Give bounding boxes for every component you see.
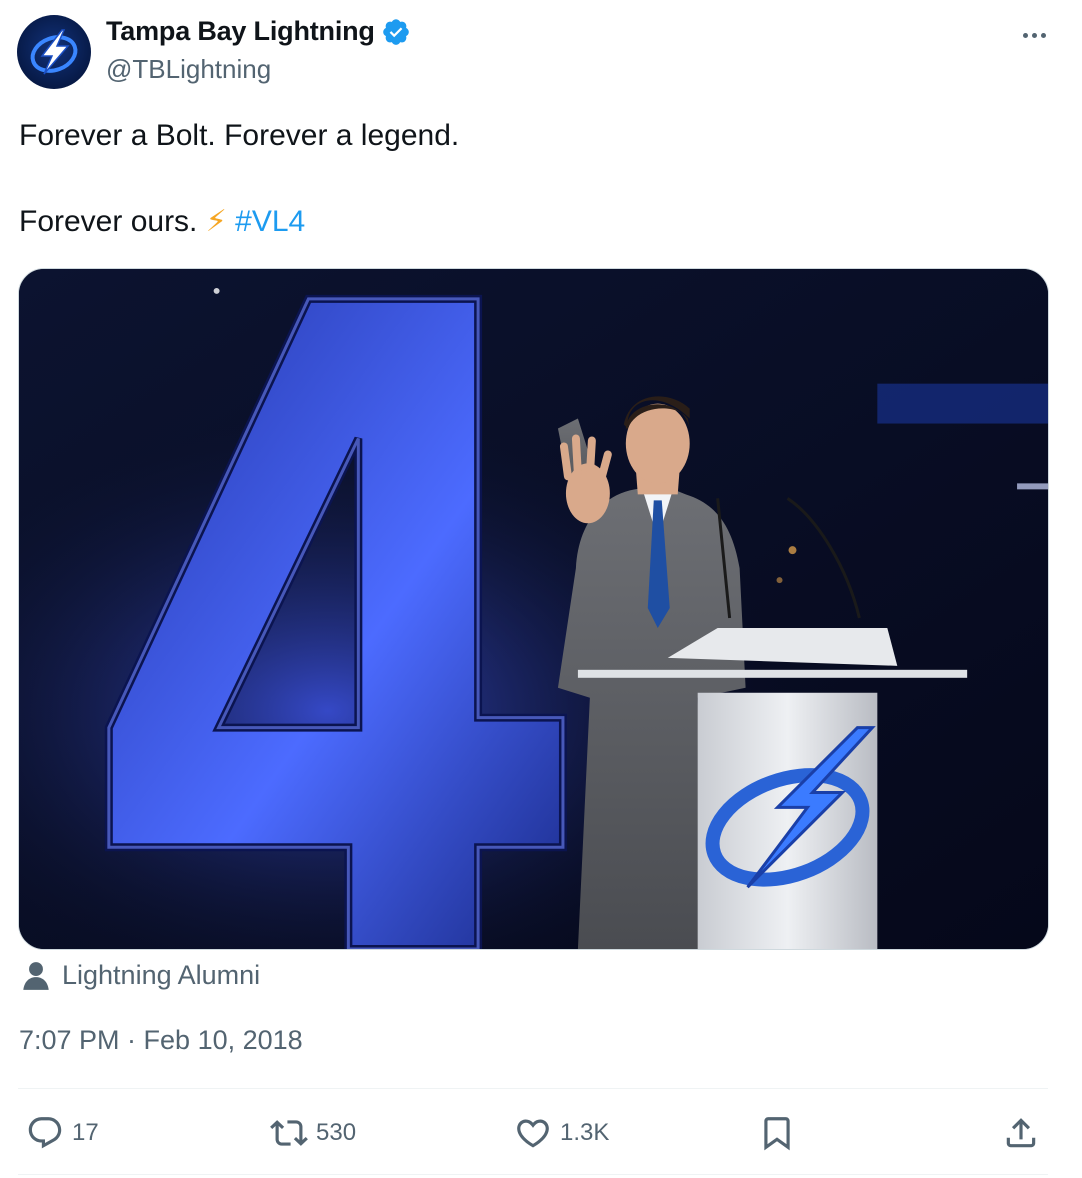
like-button[interactable]: 1.3K xyxy=(514,1108,609,1158)
lightning-emoji-icon: ⚡ xyxy=(205,205,227,238)
share-button[interactable] xyxy=(1002,1108,1040,1158)
tweet-text-line-1: Forever a Bolt. Forever a legend. xyxy=(19,119,460,152)
verified-badge-icon xyxy=(382,18,409,45)
reply-icon xyxy=(28,1117,62,1149)
author-name-row: Tampa Bay Lightning xyxy=(106,16,411,47)
tagged-label: Lightning Alumni xyxy=(62,960,261,990)
more-dot-icon xyxy=(1040,32,1046,38)
share-icon xyxy=(1006,1118,1036,1148)
action-bar: 17 530 1.3K xyxy=(0,1108,1082,1158)
tagged-people[interactable]: Lightning Alumni xyxy=(22,960,260,991)
divider xyxy=(18,1174,1048,1175)
tweet-photo[interactable] xyxy=(18,268,1049,950)
like-count: 1.3K xyxy=(560,1119,610,1146)
retweet-icon xyxy=(270,1120,308,1146)
reply-button[interactable]: 17 xyxy=(26,1108,99,1158)
hashtag-link[interactable]: #VL4 xyxy=(235,205,305,238)
lightning-bolt-logo-icon xyxy=(30,29,78,75)
retweet-button[interactable]: 530 xyxy=(270,1108,356,1158)
more-dot-icon xyxy=(1031,32,1037,38)
tweet-timestamp[interactable]: 7:07 PM · Feb 10, 2018 xyxy=(19,1025,303,1056)
reply-count: 17 xyxy=(72,1119,99,1146)
tweet-text-line-2: Forever ours. ⚡ #VL4 xyxy=(19,204,305,240)
author-display-name[interactable]: Tampa Bay Lightning xyxy=(106,16,375,47)
more-dot-icon xyxy=(1022,32,1028,38)
person-icon xyxy=(23,961,49,990)
tweet-text-line-2-text: Forever ours. xyxy=(19,205,206,238)
photo-illustration xyxy=(19,269,1048,949)
bookmark-icon xyxy=(764,1117,790,1151)
retweet-count: 530 xyxy=(316,1119,357,1146)
divider xyxy=(18,1088,1048,1089)
heart-icon xyxy=(517,1119,549,1148)
bookmark-button[interactable] xyxy=(758,1108,796,1158)
more-options-button[interactable] xyxy=(1016,22,1052,48)
tweet: Tampa Bay Lightning @TBLightning Forever… xyxy=(0,0,1082,1178)
author-handle[interactable]: @TBLightning xyxy=(106,54,271,85)
avatar[interactable] xyxy=(17,15,91,89)
